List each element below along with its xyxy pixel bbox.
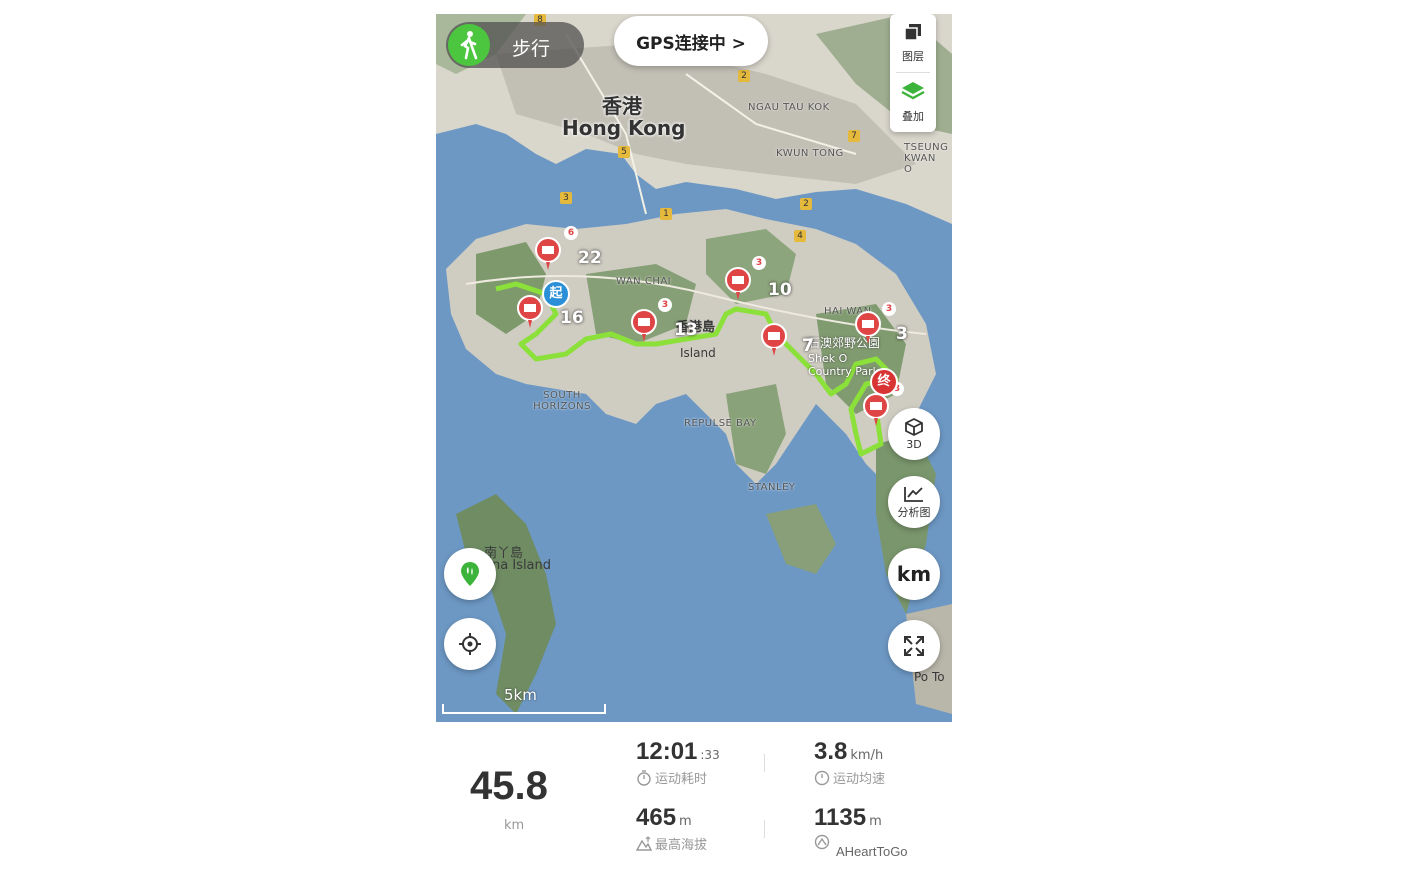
stats-panel: 45.8 km 12:01:33 运动耗时 3.8 km/h 运动均速 465 m … <box>436 722 952 864</box>
map-label-wan-chai: WAN CHAI <box>616 276 672 287</box>
map-view[interactable]: 香港 Hong Kong NGAU TAU KOK KWUN TONG TSEU… <box>436 14 952 722</box>
altitude-unit: m <box>679 814 692 829</box>
layer-panel-divider <box>896 72 930 73</box>
location-pin-icon <box>461 562 479 586</box>
altitude-label: 最高海拔 <box>655 838 708 853</box>
end-marker[interactable]: 终 <box>870 368 898 396</box>
duration-seconds: :33 <box>700 748 720 762</box>
waypoint-count: 3 <box>896 324 908 344</box>
mountain-icon <box>636 835 652 851</box>
activity-mode-selector[interactable]: 步行 <box>446 22 584 68</box>
layers-label: 图层 <box>902 50 924 63</box>
stat-divider <box>764 820 765 838</box>
scale-bar <box>442 704 606 714</box>
waypoint-count: 16 <box>560 308 584 328</box>
locate-me-button[interactable] <box>444 618 496 670</box>
altitude-stat: 465 m 最高海拔 <box>636 804 707 853</box>
waypoint-count: 22 <box>578 248 602 268</box>
layers-button[interactable]: 图层 <box>890 14 936 70</box>
map-label-ngau-tau-kok: NGAU TAU KOK <box>748 102 830 113</box>
distance-unit: km <box>504 818 525 833</box>
climb-unit: m <box>869 814 882 829</box>
map-label-chai-wan: HAI WAN <box>824 306 872 317</box>
map-label-kwun-tong: KWUN TONG <box>776 148 844 159</box>
duration-value: 12:01 <box>636 738 698 765</box>
map-label-po-toi: Po To <box>914 670 945 684</box>
speedometer-icon <box>814 770 830 785</box>
map-label-south-horizons: SOUTH HORIZONS <box>533 390 591 412</box>
stat-divider <box>764 754 765 772</box>
activity-mode-label: 步行 <box>512 38 551 60</box>
walking-icon <box>448 24 490 66</box>
route-badge: 4 <box>794 230 806 242</box>
speed-stat: 3.8 km/h 运动均速 <box>814 738 885 787</box>
waypoint-count: 7 <box>802 336 814 356</box>
overlay-button[interactable]: 叠加 <box>890 74 936 130</box>
stopwatch-icon <box>637 769 651 786</box>
photo-count-badge: 6 <box>564 226 578 240</box>
analysis-chart-label: 分析图 <box>897 505 931 519</box>
route-badge: 7 <box>848 130 860 142</box>
route-badge: 3 <box>560 192 572 204</box>
map-label-hk-island-en: Island <box>680 346 716 360</box>
expand-icon <box>904 636 924 656</box>
scale-bar-label: 5km <box>504 686 537 704</box>
route-badge: 2 <box>800 198 812 210</box>
route-badge: 1 <box>660 208 672 220</box>
map-label-lamma-en: na Island <box>492 558 552 573</box>
waypoint-count: 10 <box>768 280 792 300</box>
layers-icon <box>904 24 921 41</box>
waypoint-count: 13 <box>674 320 698 340</box>
speed-value: 3.8 <box>814 738 848 765</box>
climb-value: 1135 <box>814 804 867 831</box>
route-badge: 2 <box>738 70 750 82</box>
speed-unit: km/h <box>850 748 884 763</box>
fullscreen-button[interactable] <box>888 620 940 672</box>
photo-count-badge: 3 <box>882 302 896 316</box>
map-label-hk-en: Hong Kong <box>562 116 686 140</box>
overlay-stack-icon <box>901 82 925 100</box>
photo-count-badge: 3 <box>658 298 672 312</box>
overlay-label: 叠加 <box>902 110 924 123</box>
map-label-shek-o-cn: 石澳郊野公園 <box>808 336 881 350</box>
footprint-button[interactable] <box>444 548 496 600</box>
unit-toggle-button[interactable]: km <box>888 548 940 600</box>
start-marker[interactable]: 起 <box>542 280 570 308</box>
duration-label: 运动耗时 <box>655 772 708 787</box>
gps-status-button[interactable]: GPS连接中 > <box>614 16 768 66</box>
unit-label: km <box>896 562 932 586</box>
altitude-value: 465 <box>636 804 677 831</box>
layer-panel: 图层 叠加 <box>890 14 936 132</box>
route-badge: 5 <box>618 146 630 158</box>
watermark: AHeartToGo <box>836 844 908 859</box>
map-label-tseung-kwan-o: TSEUNG KWAN O <box>904 142 949 175</box>
distance-value: 45.8 <box>470 764 548 808</box>
climb-icon <box>814 834 830 850</box>
cube-icon <box>905 418 923 436</box>
app-screen: 香港 Hong Kong NGAU TAU KOK KWUN TONG TSEU… <box>436 14 952 864</box>
crosshair-icon <box>459 633 481 655</box>
analysis-chart-button[interactable]: 分析图 <box>888 476 940 528</box>
3d-button[interactable]: 3D <box>888 408 940 460</box>
speed-label: 运动均速 <box>833 772 886 787</box>
map-label-stanley: STANLEY <box>748 482 796 493</box>
map-label-repulse-bay: REPULSE BAY <box>684 418 757 429</box>
line-chart-icon <box>904 486 923 502</box>
duration-stat: 12:01:33 运动耗时 <box>636 738 720 787</box>
3d-label: 3D <box>906 438 922 451</box>
photo-count-badge: 3 <box>752 256 766 270</box>
map-label-hk-cn: 香港 <box>602 94 642 118</box>
